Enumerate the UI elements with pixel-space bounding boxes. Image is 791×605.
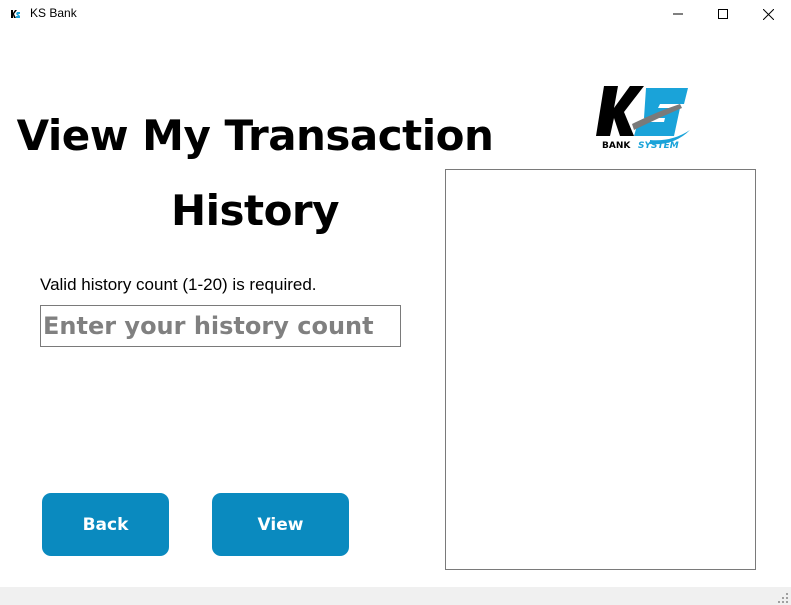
- minimize-icon: [673, 13, 683, 15]
- close-icon: [762, 8, 774, 20]
- logo-system-text: SYSTEM: [638, 141, 679, 151]
- ks-bank-logo: BANK SYSTEM: [596, 86, 690, 151]
- page-title: View My Transaction History: [16, 111, 494, 235]
- maximize-icon: [718, 9, 728, 19]
- resize-grip-icon[interactable]: [778, 593, 788, 603]
- maximize-button[interactable]: [700, 0, 746, 28]
- minimize-button[interactable]: [655, 0, 701, 28]
- back-button[interactable]: Back: [42, 493, 169, 556]
- logo-bank-text: BANK: [602, 141, 631, 151]
- status-bar: [0, 587, 791, 605]
- window-title: KS Bank: [30, 6, 77, 20]
- history-count-input[interactable]: [40, 305, 401, 347]
- view-button[interactable]: View: [212, 493, 349, 556]
- transaction-history-panel: [445, 169, 756, 570]
- app-window: KS Bank View My Transaction History BANK…: [0, 0, 791, 605]
- validation-message: Valid history count (1-20) is required.: [40, 275, 317, 294]
- app-icon: [10, 8, 21, 19]
- close-button[interactable]: [745, 0, 791, 28]
- title-bar[interactable]: KS Bank: [0, 0, 791, 28]
